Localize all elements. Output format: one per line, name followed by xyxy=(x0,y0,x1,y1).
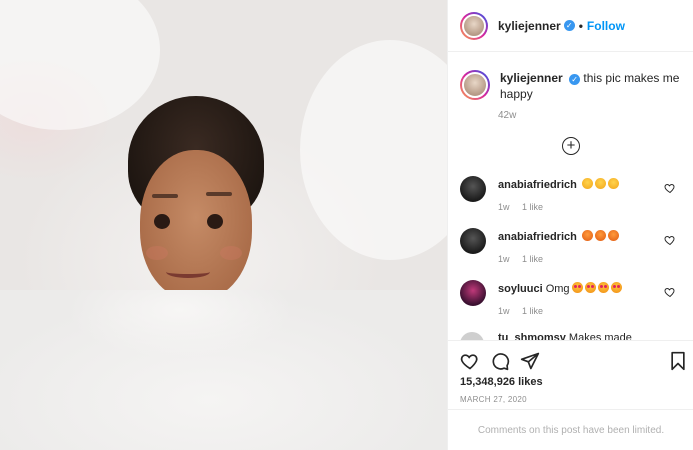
comment-likes[interactable]: 1 like xyxy=(522,306,543,316)
child-smile xyxy=(166,266,210,278)
comment-meta: 1w 1 like xyxy=(498,306,543,316)
comment-icon[interactable] xyxy=(490,351,510,371)
comment-body: anabiafriedrich xyxy=(498,178,619,191)
foam-blob xyxy=(300,40,447,260)
commenter-avatar[interactable] xyxy=(460,332,484,340)
verified-badge-icon: ✓ xyxy=(569,74,581,85)
commenter-avatar[interactable] xyxy=(460,228,486,254)
left-cheek xyxy=(146,246,168,260)
grinning-face-icon xyxy=(594,178,606,189)
post-date[interactable]: MARCH 27, 2020 xyxy=(460,395,527,404)
comment-meta: 1w 1 like xyxy=(498,254,543,264)
fox-face-icon xyxy=(607,230,619,241)
load-more-comments-button[interactable]: + xyxy=(562,137,580,155)
right-cheek xyxy=(220,246,242,260)
comment-item-partial: tu_shmomsy Makes made xyxy=(460,330,686,340)
commenter-username[interactable]: anabiafriedrich xyxy=(498,231,577,243)
comment-likes[interactable]: 1 like xyxy=(522,202,543,212)
commenter-avatar[interactable] xyxy=(460,176,486,202)
post-side-panel: kyliejenner ✓ • Follow kyliejenner ✓ thi… xyxy=(447,0,693,450)
grinning-face-icon xyxy=(581,178,593,189)
heart-icon[interactable] xyxy=(460,351,480,371)
heart-eyes-face-icon xyxy=(584,282,596,293)
comment-item: soyluuci Omg 1w 1 like xyxy=(460,280,686,320)
follow-button[interactable]: Follow xyxy=(587,19,625,33)
verified-badge-icon: ✓ xyxy=(563,20,575,31)
commenter-username[interactable]: soyluuci xyxy=(498,283,543,295)
right-brow xyxy=(206,192,232,196)
comment-text: Makes made xyxy=(568,332,632,340)
heart-eyes-face-icon xyxy=(571,282,583,293)
post-photo[interactable] xyxy=(0,0,447,450)
caption-avatar[interactable] xyxy=(460,70,490,100)
foam-front xyxy=(0,290,447,450)
caption-username[interactable]: kyliejenner xyxy=(500,71,563,85)
left-eye xyxy=(154,214,170,229)
separator-dot: • xyxy=(578,18,583,33)
comment-item: anabiafriedrich 1w 1 like xyxy=(460,228,686,268)
comment-heart-icon[interactable] xyxy=(664,286,676,298)
comment-time[interactable]: 1w xyxy=(498,306,510,316)
comment-time[interactable]: 1w xyxy=(498,202,510,212)
comment-text: Omg xyxy=(545,283,570,295)
likes-count[interactable]: 15,348,926 likes xyxy=(460,376,543,388)
comment-likes[interactable]: 1 like xyxy=(522,254,543,264)
post-caption: kyliejenner ✓ this pic makes me happy xyxy=(460,70,686,102)
heart-eyes-face-icon xyxy=(597,282,609,293)
post-actions: 15,348,926 likes MARCH 27, 2020 Comments… xyxy=(448,340,693,450)
post-header: kyliejenner ✓ • Follow xyxy=(448,0,693,52)
comment-time[interactable]: 1w xyxy=(498,254,510,264)
comment-body: tu_shmomsy Makes made xyxy=(498,332,632,340)
comment-body: soyluuci Omg xyxy=(498,282,622,295)
caption-timestamp[interactable]: 42w xyxy=(498,110,516,121)
commenter-username[interactable]: anabiafriedrich xyxy=(498,179,577,191)
author-avatar-image xyxy=(462,13,486,38)
caption-avatar-image xyxy=(462,72,488,98)
comment-heart-icon[interactable] xyxy=(664,234,676,246)
fox-face-icon xyxy=(594,230,606,241)
comments-limited-notice: Comments on this post have been limited. xyxy=(448,409,693,450)
author-username[interactable]: kyliejenner xyxy=(498,19,561,33)
foam-blob xyxy=(0,0,160,130)
comment-heart-icon[interactable] xyxy=(664,182,676,194)
fox-face-icon xyxy=(581,230,593,241)
author-avatar[interactable] xyxy=(460,11,488,40)
left-brow xyxy=(152,194,178,198)
commenter-avatar[interactable] xyxy=(460,280,486,306)
share-icon[interactable] xyxy=(520,351,540,371)
heart-eyes-face-icon xyxy=(610,282,622,293)
grinning-face-icon xyxy=(607,178,619,189)
caption-text-block: kyliejenner ✓ this pic makes me happy xyxy=(500,70,686,102)
comment-item: anabiafriedrich 1w 1 like xyxy=(460,176,686,216)
comment-meta: 1w 1 like xyxy=(498,202,543,212)
right-eye xyxy=(207,214,223,229)
comment-body: anabiafriedrich xyxy=(498,230,619,243)
bookmark-icon[interactable] xyxy=(668,351,688,371)
commenter-username[interactable]: tu_shmomsy xyxy=(498,332,566,340)
